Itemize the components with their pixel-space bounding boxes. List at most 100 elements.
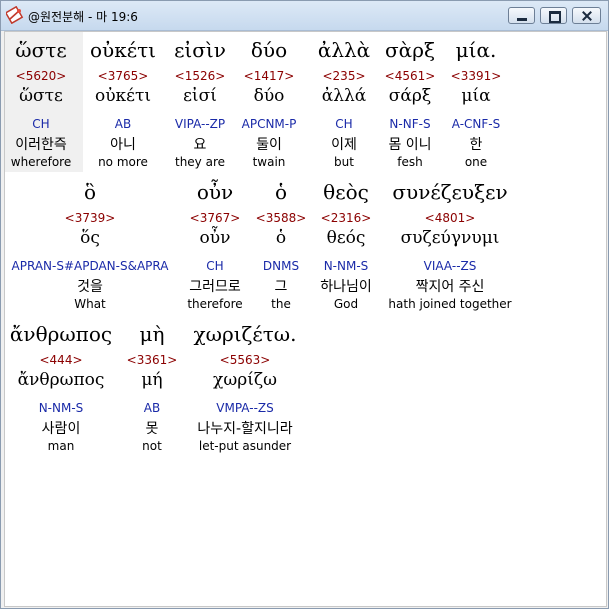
word-lemma: μία: [461, 86, 491, 106]
word-strong: <3391>: [450, 69, 502, 83]
close-button[interactable]: [572, 7, 601, 24]
word-english: hath joined together: [388, 297, 512, 311]
word-greek: συνέζευξεν: [392, 180, 508, 204]
word-parse: VIPA--ZP: [174, 117, 226, 131]
close-icon: [573, 8, 600, 23]
word-lemma: εἰσί: [183, 86, 217, 106]
word-lemma: μή: [141, 370, 163, 390]
word-greek: ὁ: [274, 180, 288, 204]
word-korean: 짝지어 주신: [415, 279, 485, 295]
word-english: no more: [98, 155, 148, 169]
word-greek: οὐκέτι: [90, 38, 156, 62]
app-logo-icon: [6, 6, 24, 24]
word-parse: N-NF-S: [389, 117, 431, 131]
word-strong: <3588>: [255, 211, 307, 225]
word-greek: χωριζέτω.: [193, 322, 297, 346]
word-greek: εἰσὶν: [174, 38, 226, 62]
word-lemma: ἄνθρωπος: [17, 370, 105, 390]
word-lemma: οὐκέτι: [94, 86, 152, 106]
word-parse: VMPA--ZS: [216, 401, 274, 415]
word-greek: ἀλλὰ: [317, 38, 371, 62]
word-lemma: δύο: [253, 86, 285, 106]
word-parse: CH: [206, 259, 224, 273]
app-window: @원전분해 - 마 19:6 ὥστε <5620> ὥστε CH 이러한즉 where…: [0, 0, 609, 609]
word-strong: <5563>: [219, 353, 271, 367]
word-korean: 한: [469, 137, 483, 153]
word-english: What: [74, 297, 106, 311]
word-parse: VIAA--ZS: [423, 259, 477, 273]
word-strong: <3765>: [97, 69, 149, 83]
word-parse: APCNM-P: [241, 117, 297, 131]
word-greek: θεὸς: [323, 180, 369, 204]
word-lemma: ἀλλά: [321, 86, 367, 106]
word-korean: 나누지-할지니라: [197, 421, 293, 437]
word-strong: <5620>: [15, 69, 67, 83]
word-parse: N-NM-S: [323, 259, 369, 273]
word-parse: AB: [143, 401, 161, 415]
word-korean: 사람이: [41, 421, 81, 437]
word-greek: ὥστε: [15, 38, 67, 62]
word-english: God: [333, 297, 359, 311]
word-korean: 이러한즉: [15, 137, 67, 153]
word-english: one: [464, 155, 488, 169]
word-greek: μία.: [455, 38, 497, 62]
word-english: therefore: [187, 297, 243, 311]
word-greek: μὴ: [139, 322, 165, 346]
word-korean: 요: [193, 137, 207, 153]
word-strong: <4801>: [424, 211, 476, 225]
word-strong: <235>: [322, 69, 366, 83]
word-lemma: χωρίζω: [213, 370, 277, 390]
word-korean: 이제: [331, 137, 357, 153]
title-bar[interactable]: @원전분해 - 마 19:6: [1, 1, 608, 31]
word-strong: <2316>: [320, 211, 372, 225]
word-greek: δύο: [250, 38, 288, 62]
word-greek: ἄνθρωπος: [9, 322, 113, 346]
word-lemma: σάρξ: [388, 86, 432, 106]
word-english: fesh: [397, 155, 423, 169]
word-english: the: [271, 297, 291, 311]
word-strong: <3767>: [189, 211, 241, 225]
word-strong: <1526>: [174, 69, 226, 83]
interlinear-view[interactable]: ὥστε <5620> ὥστε CH 이러한즉 wherefore οὐκέτι <3765…: [4, 31, 607, 607]
word-korean: 못: [145, 421, 159, 437]
word-english: they are: [174, 155, 226, 169]
word-parse: A-CNF-S: [451, 117, 501, 131]
word-korean: 아니: [110, 137, 136, 153]
word-parse: APRAN-S#APDAN-S&APRA: [11, 259, 169, 273]
word-strong: <3739>: [64, 211, 116, 225]
word-lemma: οὖν: [199, 228, 231, 248]
word-strong: <4561>: [384, 69, 436, 83]
word-strong: <1417>: [243, 69, 295, 83]
word-lemma: ὁ: [275, 228, 287, 248]
minimize-button[interactable]: [508, 7, 535, 24]
word-lemma: ὅς: [80, 228, 100, 248]
word-english: not: [142, 439, 162, 453]
maximize-icon: [541, 8, 566, 23]
word-korean: 둘이: [256, 137, 282, 153]
word-english: let-put asunder: [198, 439, 292, 453]
word-parse: CH: [335, 117, 353, 131]
word-lemma: θεός: [326, 228, 366, 248]
word-parse: N-NM-S: [38, 401, 84, 415]
word-greek: σὰρξ: [385, 38, 435, 62]
word-lemma: συζεύγνυμι: [400, 228, 500, 248]
word-strong: <3361>: [126, 353, 178, 367]
word-parse: DNMS: [262, 259, 300, 273]
word-english: man: [47, 439, 75, 453]
maximize-button[interactable]: [540, 7, 567, 24]
word-strong: <444>: [39, 353, 83, 367]
word-english: twain: [252, 155, 286, 169]
word-korean: 그: [274, 279, 288, 295]
word-lemma: ὥστε: [19, 86, 63, 106]
word-greek: ὃ: [83, 180, 97, 204]
word-greek: οὖν: [196, 180, 234, 204]
word-korean: 그러므로: [189, 279, 241, 295]
word-english: but: [334, 155, 354, 169]
word-korean: 몸 이니: [388, 137, 432, 153]
word-korean: 것을: [77, 279, 103, 295]
word-parse: AB: [114, 117, 132, 131]
word-parse: CH: [32, 117, 50, 131]
window-title: @원전분해 - 마 19:6: [28, 10, 138, 24]
minimize-icon: [509, 8, 534, 23]
word-english: wherefore: [10, 155, 72, 169]
